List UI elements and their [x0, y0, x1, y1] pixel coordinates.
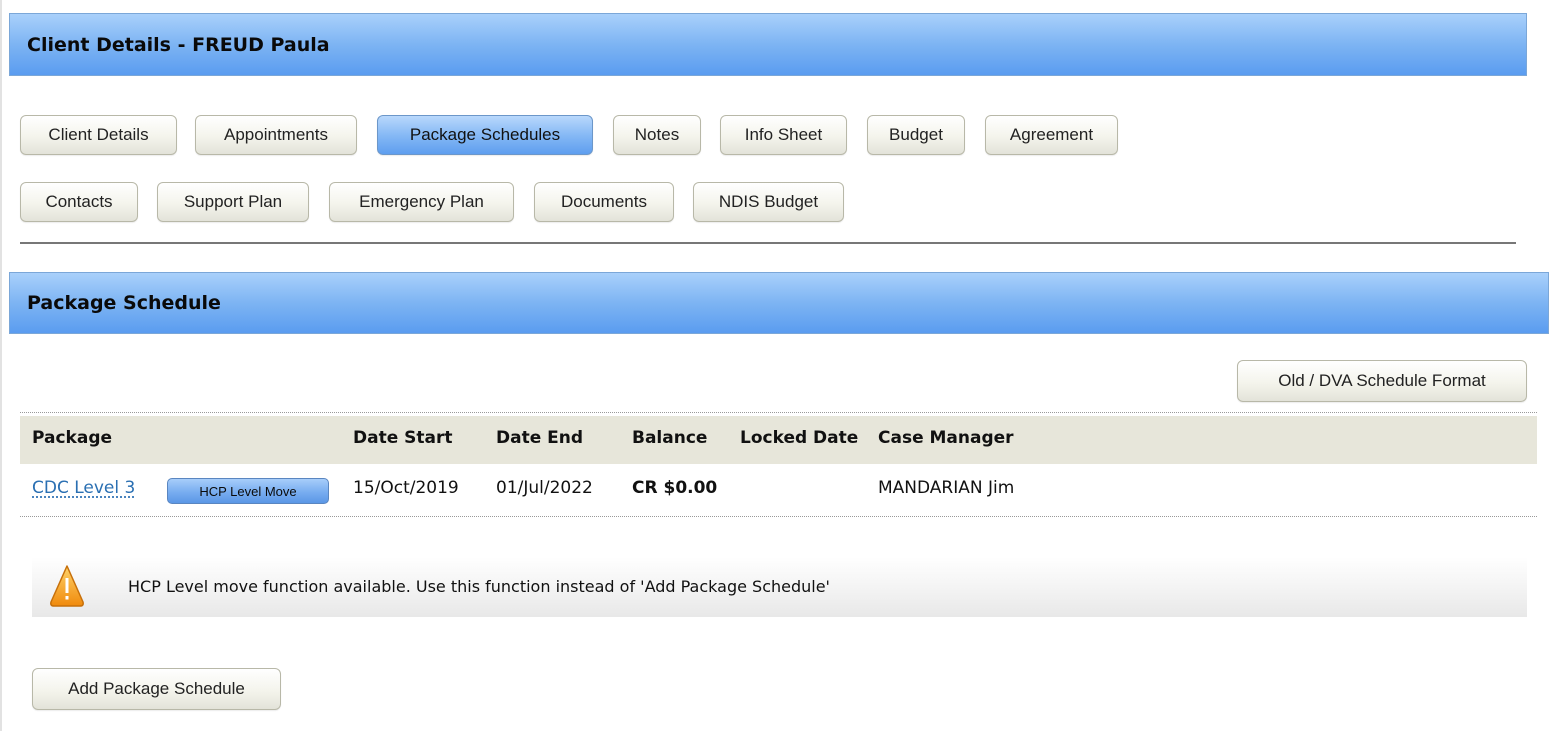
package-schedule-header: Package Schedule: [9, 272, 1549, 334]
tab-info-sheet-label: Info Sheet: [744, 125, 823, 144]
add-package-schedule-button[interactable]: Add Package Schedule: [32, 668, 281, 710]
tab-documents[interactable]: Documents: [534, 182, 674, 222]
old-dva-schedule-format-label: Old / DVA Schedule Format: [1278, 371, 1486, 390]
warning-text: HCP Level move function available. Use t…: [128, 577, 830, 596]
client-details-header: Client Details - FREUD Paula: [9, 13, 1527, 76]
tab-ndis-budget-label: NDIS Budget: [718, 192, 819, 211]
tab-contacts[interactable]: Contacts: [20, 182, 138, 222]
page-left-border: [0, 0, 2, 731]
cell-case-manager: MANDARIAN Jim: [878, 478, 1015, 498]
col-header-date-start: Date Start: [353, 428, 453, 448]
old-dva-schedule-format-button[interactable]: Old / DVA Schedule Format: [1237, 360, 1527, 402]
col-header-date-end: Date End: [496, 428, 584, 448]
tab-package-schedules-label: Package Schedules: [409, 125, 561, 144]
hcp-level-move-label: HCP Level Move: [199, 483, 297, 499]
col-header-case-manager: Case Manager: [878, 428, 1014, 448]
col-header-locked-date: Locked Date: [740, 428, 859, 448]
col-header-package: Package: [32, 428, 113, 448]
tabs-divider: [20, 242, 1516, 244]
tab-support-plan[interactable]: Support Plan: [157, 182, 309, 222]
tab-appointments-label: Appointments: [224, 125, 328, 144]
tab-info-sheet[interactable]: Info Sheet: [720, 115, 847, 155]
tab-documents-label: Documents: [561, 192, 647, 211]
warning-message: HCP Level move function available. Use t…: [32, 557, 1527, 617]
tab-ndis-budget[interactable]: NDIS Budget: [693, 182, 844, 222]
tab-agreement-label: Agreement: [1009, 125, 1094, 144]
grid-bottom-rule: [20, 516, 1537, 517]
tab-emergency-plan[interactable]: Emergency Plan: [329, 182, 514, 222]
tab-notes[interactable]: Notes: [613, 115, 701, 155]
tab-budget[interactable]: Budget: [867, 115, 965, 155]
package-schedule-title: Package Schedule: [27, 292, 221, 314]
col-header-balance: Balance: [632, 428, 708, 448]
tab-budget-label: Budget: [889, 125, 943, 144]
package-link[interactable]: CDC Level 3: [32, 478, 135, 498]
tab-contacts-label: Contacts: [45, 192, 113, 211]
tab-appointments[interactable]: Appointments: [195, 115, 357, 155]
grid-top-rule: [20, 412, 1537, 413]
cell-date-end: 01/Jul/2022: [496, 478, 593, 498]
tab-agreement[interactable]: Agreement: [985, 115, 1118, 155]
tab-client-details-label: Client Details: [48, 125, 149, 144]
cell-date-start: 15/Oct/2019: [353, 478, 459, 498]
tab-client-details[interactable]: Client Details: [20, 115, 177, 155]
client-details-title: Client Details - FREUD Paula: [27, 33, 330, 56]
add-package-schedule-label: Add Package Schedule: [68, 679, 245, 698]
tab-emergency-plan-label: Emergency Plan: [359, 192, 484, 211]
warning-triangle-icon: [50, 565, 84, 607]
tab-support-plan-label: Support Plan: [183, 192, 283, 211]
hcp-level-move-button[interactable]: HCP Level Move: [167, 478, 329, 504]
tab-notes-label: Notes: [634, 125, 680, 144]
cell-balance: CR $0.00: [632, 478, 718, 498]
tab-package-schedules[interactable]: Package Schedules: [377, 115, 593, 155]
